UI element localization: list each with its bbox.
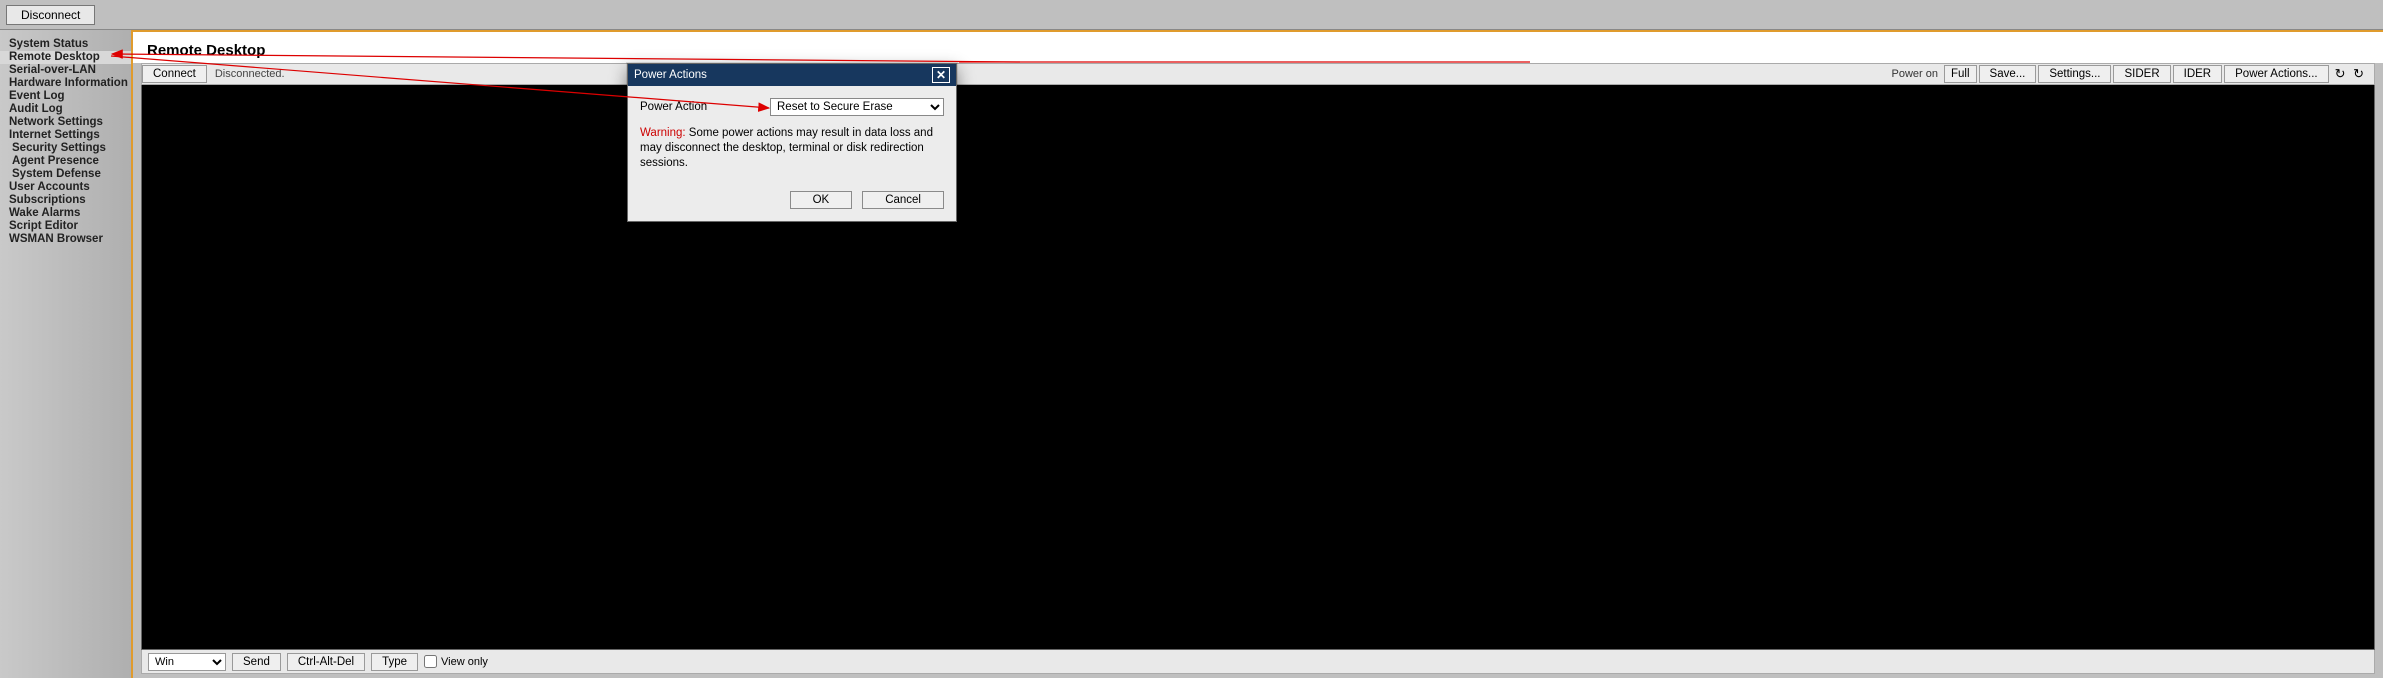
warning-label: Warning: <box>640 127 686 139</box>
page-header: Remote Desktop <box>133 32 2383 63</box>
remote-screen[interactable] <box>141 85 2375 650</box>
ok-button[interactable]: OK <box>790 191 853 209</box>
connection-status: Disconnected. <box>207 68 293 80</box>
sidebar-item-remote-desktop[interactable]: Remote Desktop <box>0 51 131 64</box>
power-action-select[interactable]: Reset to Secure Erase <box>770 98 944 116</box>
top-bar: Disconnect <box>0 0 2383 30</box>
sider-button[interactable]: SIDER <box>2113 65 2170 83</box>
settings-button[interactable]: Settings... <box>2038 65 2111 83</box>
kvm-toolbar: Connect Disconnected. Power on Full Save… <box>141 63 2375 85</box>
sidebar-item-audit-log[interactable]: Audit Log <box>0 103 131 116</box>
main-area: System StatusRemote DesktopSerial-over-L… <box>0 30 2383 678</box>
power-state-label: Power on <box>1892 68 1938 80</box>
os-select[interactable]: Win <box>148 653 226 671</box>
power-action-label: Power Action <box>640 101 770 113</box>
sidebar: System StatusRemote DesktopSerial-over-L… <box>0 30 133 678</box>
sidebar-item-subscriptions[interactable]: Subscriptions <box>0 194 131 207</box>
content-pane: Remote Desktop Connect Disconnected. Pow… <box>133 30 2383 678</box>
view-only-checkbox[interactable] <box>424 655 437 668</box>
sidebar-item-system-status[interactable]: System Status <box>0 38 131 51</box>
dialog-titlebar[interactable]: Power Actions ✕ <box>628 64 956 86</box>
sidebar-item-user-accounts[interactable]: User Accounts <box>0 181 131 194</box>
sidebar-item-event-log[interactable]: Event Log <box>0 90 131 103</box>
sidebar-item-hardware-information[interactable]: Hardware Information <box>0 77 131 90</box>
sidebar-item-internet-settings[interactable]: Internet Settings <box>0 129 131 142</box>
sidebar-item-wake-alarms[interactable]: Wake Alarms <box>0 207 131 220</box>
power-actions-button[interactable]: Power Actions... <box>2224 65 2328 83</box>
sidebar-item-agent-presence[interactable]: Agent Presence <box>0 155 131 168</box>
sidebar-item-security-settings[interactable]: Security Settings <box>0 142 131 155</box>
power-actions-dialog: Power Actions ✕ Power Action Reset to Se… <box>627 63 957 222</box>
send-button[interactable]: Send <box>232 653 281 671</box>
kvm-area: Connect Disconnected. Power on Full Save… <box>133 63 2383 678</box>
cancel-button[interactable]: Cancel <box>862 191 944 209</box>
ider-button[interactable]: IDER <box>2173 65 2222 83</box>
connect-button[interactable]: Connect <box>142 65 207 83</box>
view-only-toggle[interactable]: View only <box>424 655 488 668</box>
view-only-label: View only <box>441 656 488 668</box>
disconnect-button[interactable]: Disconnect <box>6 5 95 25</box>
sidebar-item-system-defense[interactable]: System Defense <box>0 168 131 181</box>
kvm-footer: Win Send Ctrl-Alt-Del Type View only <box>141 650 2375 674</box>
sidebar-item-network-settings[interactable]: Network Settings <box>0 116 131 129</box>
sidebar-item-serial-over-lan[interactable]: Serial-over-LAN <box>0 64 131 77</box>
close-icon[interactable]: ✕ <box>932 67 950 83</box>
ctrl-alt-del-button[interactable]: Ctrl-Alt-Del <box>287 653 365 671</box>
type-button[interactable]: Type <box>371 653 418 671</box>
save-button[interactable]: Save... <box>1979 65 2037 83</box>
full-button[interactable]: Full <box>1944 65 1977 83</box>
dialog-warning: Warning: Some power actions may result i… <box>640 126 944 171</box>
sidebar-item-script-editor[interactable]: Script Editor <box>0 220 131 233</box>
refresh-icon[interactable]: ↻ ↻ <box>2331 66 2370 82</box>
page-title: Remote Desktop <box>147 42 2369 59</box>
sidebar-item-wsman-browser[interactable]: WSMAN Browser <box>0 233 131 246</box>
dialog-title: Power Actions <box>634 69 932 81</box>
